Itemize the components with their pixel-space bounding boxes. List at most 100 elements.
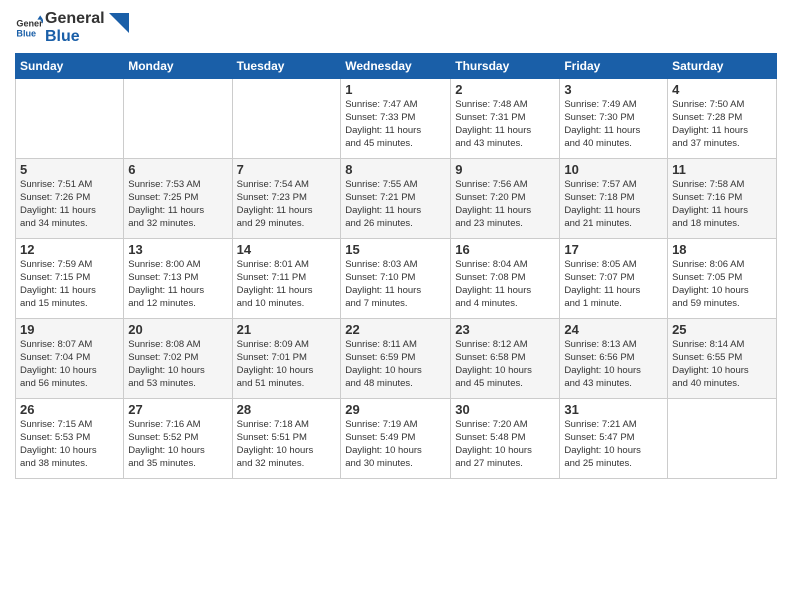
day-info: Sunrise: 8:00 AM Sunset: 7:13 PM Dayligh… — [128, 259, 227, 310]
weekday-header-row: SundayMondayTuesdayWednesdayThursdayFrid… — [16, 54, 777, 79]
calendar-cell: 12Sunrise: 7:59 AM Sunset: 7:15 PM Dayli… — [16, 239, 124, 319]
day-number: 12 — [20, 242, 119, 257]
day-number: 8 — [345, 162, 446, 177]
day-number: 28 — [237, 402, 337, 417]
calendar-cell: 19 Sunrise: 8:07 AM Sunset: 7:04 PM Dayli… — [16, 319, 124, 399]
calendar-cell — [16, 79, 124, 159]
day-info: Sunrise: 8:05 AM Sunset: 7:07 PM Dayligh… — [564, 259, 663, 310]
day-info: Sunrise: 7:48 AM Sunset: 7:31 PM Dayligh… — [455, 99, 555, 150]
logo-icon: General Blue — [15, 14, 43, 42]
main-container: General Blue General Blue SundayMondayTu… — [0, 0, 792, 489]
calendar-cell: 22 Sunrise: 8:11 AM Sunset: 6:59 PM Dayli… — [341, 319, 451, 399]
calendar-cell: 26 Sunrise: 7:15 AM Sunset: 5:53 PM Dayli… — [16, 399, 124, 479]
day-number: 24 — [564, 322, 663, 337]
day-number: 7 — [237, 162, 337, 177]
calendar-cell: 10Sunrise: 7:57 AM Sunset: 7:18 PM Dayli… — [560, 159, 668, 239]
calendar-cell: 8 Sunrise: 7:55 AM Sunset: 7:21 PM Daylig… — [341, 159, 451, 239]
day-info: Sunrise: 8:08 AM Sunset: 7:02 PM Dayligh… — [128, 339, 227, 390]
day-number: 20 — [128, 322, 227, 337]
day-info: Sunrise: 8:01 AM Sunset: 7:11 PM Dayligh… — [237, 259, 337, 310]
calendar-cell: 20 Sunrise: 8:08 AM Sunset: 7:02 PM Dayli… — [124, 319, 232, 399]
day-info: Sunrise: 7:20 AM Sunset: 5:48 PM Dayligh… — [455, 419, 555, 470]
calendar-table: SundayMondayTuesdayWednesdayThursdayFrid… — [15, 53, 777, 479]
calendar-cell: 11Sunrise: 7:58 AM Sunset: 7:16 PM Dayli… — [668, 159, 777, 239]
calendar-cell: 27Sunrise: 7:16 AM Sunset: 5:52 PM Dayli… — [124, 399, 232, 479]
weekday-header-wednesday: Wednesday — [341, 54, 451, 79]
day-number: 25 — [672, 322, 772, 337]
calendar-cell: 30 Sunrise: 7:20 AM Sunset: 5:48 PM Dayli… — [451, 399, 560, 479]
logo-blue: Blue — [45, 28, 105, 46]
day-number: 19 — [20, 322, 119, 337]
day-number: 1 — [345, 82, 446, 97]
day-info: Sunrise: 7:54 AM Sunset: 7:23 PM Dayligh… — [237, 179, 337, 230]
calendar-cell — [232, 79, 341, 159]
day-info: Sunrise: 8:07 AM Sunset: 7:04 PM Dayligh… — [20, 339, 119, 390]
calendar-cell: 25 Sunrise: 8:14 AM Sunset: 6:55 PM Dayli… — [668, 319, 777, 399]
day-number: 22 — [345, 322, 446, 337]
calendar-cell: 2Sunrise: 7:48 AM Sunset: 7:31 PM Daylig… — [451, 79, 560, 159]
day-number: 9 — [455, 162, 555, 177]
day-info: Sunrise: 7:50 AM Sunset: 7:28 PM Dayligh… — [672, 99, 772, 150]
weekday-header-monday: Monday — [124, 54, 232, 79]
calendar-week-5: 26 Sunrise: 7:15 AM Sunset: 5:53 PM Dayli… — [16, 399, 777, 479]
svg-text:General: General — [16, 18, 43, 28]
calendar-cell: 9Sunrise: 7:56 AM Sunset: 7:20 PM Daylig… — [451, 159, 560, 239]
day-number: 31 — [564, 402, 663, 417]
day-info: Sunrise: 7:15 AM Sunset: 5:53 PM Dayligh… — [20, 419, 119, 470]
day-number: 26 — [20, 402, 119, 417]
day-number: 18 — [672, 242, 772, 257]
weekday-header-tuesday: Tuesday — [232, 54, 341, 79]
day-number: 14 — [237, 242, 337, 257]
calendar-cell: 31 Sunrise: 7:21 AM Sunset: 5:47 PM Dayli… — [560, 399, 668, 479]
day-info: Sunrise: 7:18 AM Sunset: 5:51 PM Dayligh… — [237, 419, 337, 470]
calendar-cell: 15 Sunrise: 8:03 AM Sunset: 7:10 PM Dayli… — [341, 239, 451, 319]
calendar-cell — [668, 399, 777, 479]
day-info: Sunrise: 7:58 AM Sunset: 7:16 PM Dayligh… — [672, 179, 772, 230]
weekday-header-saturday: Saturday — [668, 54, 777, 79]
day-number: 29 — [345, 402, 446, 417]
day-number: 30 — [455, 402, 555, 417]
calendar-cell — [124, 79, 232, 159]
day-info: Sunrise: 7:16 AM Sunset: 5:52 PM Dayligh… — [128, 419, 227, 470]
weekday-header-friday: Friday — [560, 54, 668, 79]
day-info: Sunrise: 7:55 AM Sunset: 7:21 PM Dayligh… — [345, 179, 446, 230]
calendar-week-1: 1Sunrise: 7:47 AM Sunset: 7:33 PM Daylig… — [16, 79, 777, 159]
day-info: Sunrise: 7:51 AM Sunset: 7:26 PM Dayligh… — [20, 179, 119, 230]
day-number: 5 — [20, 162, 119, 177]
day-number: 16 — [455, 242, 555, 257]
day-info: Sunrise: 8:14 AM Sunset: 6:55 PM Dayligh… — [672, 339, 772, 390]
calendar-cell: 6 Sunrise: 7:53 AM Sunset: 7:25 PM Daylig… — [124, 159, 232, 239]
weekday-header-sunday: Sunday — [16, 54, 124, 79]
calendar-cell: 3 Sunrise: 7:49 AM Sunset: 7:30 PM Daylig… — [560, 79, 668, 159]
weekday-header-thursday: Thursday — [451, 54, 560, 79]
day-info: Sunrise: 7:57 AM Sunset: 7:18 PM Dayligh… — [564, 179, 663, 230]
day-info: Sunrise: 8:06 AM Sunset: 7:05 PM Dayligh… — [672, 259, 772, 310]
day-info: Sunrise: 8:12 AM Sunset: 6:58 PM Dayligh… — [455, 339, 555, 390]
calendar-cell: 18 Sunrise: 8:06 AM Sunset: 7:05 PM Dayli… — [668, 239, 777, 319]
calendar-cell: 7 Sunrise: 7:54 AM Sunset: 7:23 PM Daylig… — [232, 159, 341, 239]
day-info: Sunrise: 7:19 AM Sunset: 5:49 PM Dayligh… — [345, 419, 446, 470]
day-number: 21 — [237, 322, 337, 337]
day-number: 3 — [564, 82, 663, 97]
calendar-cell: 23Sunrise: 8:12 AM Sunset: 6:58 PM Dayli… — [451, 319, 560, 399]
calendar-cell: 28 Sunrise: 7:18 AM Sunset: 5:51 PM Dayli… — [232, 399, 341, 479]
day-info: Sunrise: 8:11 AM Sunset: 6:59 PM Dayligh… — [345, 339, 446, 390]
calendar-cell: 24 Sunrise: 8:13 AM Sunset: 6:56 PM Dayli… — [560, 319, 668, 399]
calendar-cell: 13Sunrise: 8:00 AM Sunset: 7:13 PM Dayli… — [124, 239, 232, 319]
day-info: Sunrise: 7:53 AM Sunset: 7:25 PM Dayligh… — [128, 179, 227, 230]
day-info: Sunrise: 8:03 AM Sunset: 7:10 PM Dayligh… — [345, 259, 446, 310]
logo-arrow-icon — [109, 13, 129, 33]
day-number: 4 — [672, 82, 772, 97]
calendar-week-4: 19 Sunrise: 8:07 AM Sunset: 7:04 PM Dayli… — [16, 319, 777, 399]
day-info: Sunrise: 7:21 AM Sunset: 5:47 PM Dayligh… — [564, 419, 663, 470]
calendar-cell: 1Sunrise: 7:47 AM Sunset: 7:33 PM Daylig… — [341, 79, 451, 159]
day-info: Sunrise: 8:04 AM Sunset: 7:08 PM Dayligh… — [455, 259, 555, 310]
calendar-cell: 29 Sunrise: 7:19 AM Sunset: 5:49 PM Dayli… — [341, 399, 451, 479]
day-info: Sunrise: 7:49 AM Sunset: 7:30 PM Dayligh… — [564, 99, 663, 150]
day-number: 15 — [345, 242, 446, 257]
calendar-cell: 16 Sunrise: 8:04 AM Sunset: 7:08 PM Dayli… — [451, 239, 560, 319]
day-info: Sunrise: 8:13 AM Sunset: 6:56 PM Dayligh… — [564, 339, 663, 390]
logo: General Blue General Blue — [15, 10, 129, 45]
day-number: 6 — [128, 162, 227, 177]
day-number: 17 — [564, 242, 663, 257]
